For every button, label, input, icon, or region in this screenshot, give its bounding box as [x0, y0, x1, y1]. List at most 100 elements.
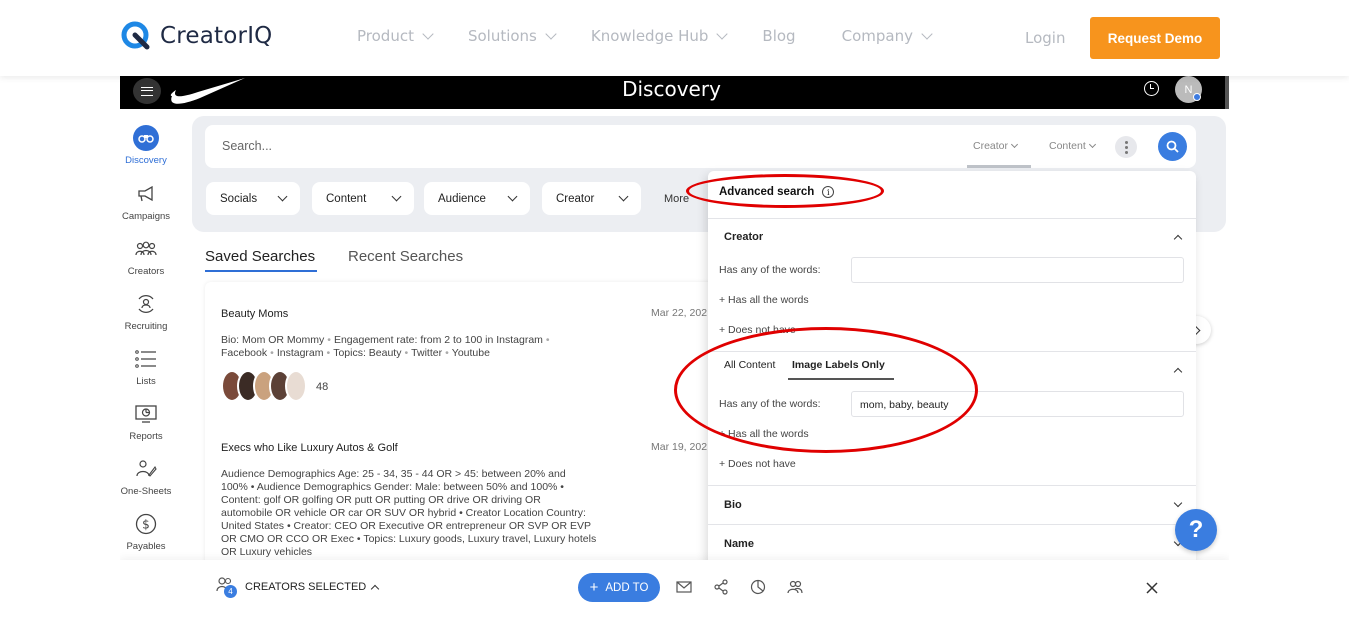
- creators-selected-toggle[interactable]: CREATORS SELECTED: [245, 581, 380, 593]
- group-icon[interactable]: [787, 579, 803, 595]
- nav-knowledge-hub[interactable]: Knowledge Hub: [591, 27, 729, 45]
- creator-has-all-link[interactable]: + Has all the words: [719, 294, 809, 306]
- tab-image-labels-only[interactable]: Image Labels Only: [792, 359, 885, 371]
- chevron-down-icon: [545, 28, 557, 40]
- page-title: Discovery: [622, 77, 721, 101]
- content-does-not-have-link[interactable]: + Does not have: [719, 458, 796, 470]
- chevron-down-icon[interactable]: [1173, 498, 1183, 508]
- search-icon: [1166, 140, 1179, 153]
- tab-recent-searches[interactable]: Recent Searches: [348, 248, 463, 265]
- advanced-search-panel: Advanced search i Creator Has any of the…: [708, 171, 1196, 616]
- sidebar-item-creators[interactable]: Creators: [120, 236, 172, 277]
- chevron-down-icon: [618, 191, 629, 202]
- content-has-any-label: Has any of the words:: [719, 398, 821, 410]
- sidebar-item-label: One-Sheets: [120, 486, 172, 497]
- dollar-icon: $: [133, 511, 159, 537]
- status-dot: [1193, 93, 1201, 101]
- sidebar-item-label: Creators: [127, 266, 165, 277]
- active-tab-indicator: [205, 270, 317, 272]
- history-clock-icon[interactable]: [1144, 81, 1159, 96]
- scope-content-dropdown[interactable]: Content: [1049, 140, 1096, 152]
- brand-logo[interactable]: CreatorIQ: [120, 20, 273, 52]
- selected-count-badge: 4: [224, 585, 237, 598]
- sidebar-item-one-sheets[interactable]: One-Sheets: [120, 456, 172, 497]
- nav-product[interactable]: Product: [357, 27, 434, 45]
- saved-search-title[interactable]: Beauty Moms: [221, 308, 288, 320]
- help-button[interactable]: ?: [1175, 509, 1217, 551]
- creator-thumbnail: [285, 370, 307, 402]
- binoculars-icon: [133, 125, 159, 151]
- megaphone-icon: [133, 181, 159, 207]
- app-header: Discovery N: [120, 76, 1229, 109]
- chevron-down-icon: [422, 28, 434, 40]
- sidebar-item-reports[interactable]: Reports: [120, 401, 172, 442]
- chevron-down-icon: [507, 191, 518, 202]
- svg-text:$: $: [142, 518, 150, 532]
- close-icon[interactable]: [1145, 581, 1159, 595]
- people-icon: [133, 236, 159, 262]
- creator-thumbnails: [221, 370, 307, 402]
- sidebar-item-recruiting[interactable]: Recruiting: [120, 291, 172, 332]
- mail-icon[interactable]: [676, 579, 692, 595]
- sidebar-item-payables[interactable]: $ Payables: [120, 511, 172, 552]
- more-filters-button[interactable]: More: [664, 193, 689, 205]
- sidebar: Discovery Campaigns Creators Recruiting …: [120, 109, 172, 589]
- chevron-down-icon: [921, 28, 933, 40]
- active-tab-indicator: [788, 378, 894, 380]
- divider: [708, 524, 1196, 525]
- filter-creator[interactable]: Creator: [542, 182, 641, 215]
- info-icon[interactable]: i: [822, 186, 835, 198]
- report-icon: [133, 401, 159, 427]
- chevron-down-icon: [1088, 140, 1096, 149]
- section-bio[interactable]: Bio: [724, 499, 742, 511]
- pie-chart-icon[interactable]: [750, 579, 766, 595]
- filter-socials[interactable]: Socials: [206, 182, 300, 215]
- nav-solutions[interactable]: Solutions: [468, 27, 557, 45]
- tab-all-content[interactable]: All Content: [724, 359, 775, 371]
- request-demo-button[interactable]: Request Demo: [1090, 17, 1220, 59]
- content-has-all-link[interactable]: + Has all the words: [719, 428, 809, 440]
- creator-has-any-input[interactable]: [851, 257, 1184, 283]
- sidebar-item-label: Discovery: [125, 155, 167, 166]
- filter-content[interactable]: Content: [312, 182, 414, 215]
- chevron-up-icon[interactable]: [1173, 367, 1183, 377]
- search-button[interactable]: [1158, 132, 1187, 161]
- chevron-up-icon[interactable]: [1173, 234, 1183, 244]
- add-to-button[interactable]: + ADD TO: [578, 573, 660, 602]
- scrollbar[interactable]: [1225, 76, 1229, 109]
- brand-name: CreatorIQ: [160, 23, 273, 49]
- creator-has-any-label: Has any of the words:: [719, 264, 821, 276]
- chevron-down-icon: [1010, 140, 1019, 149]
- chevron-down-icon: [716, 28, 729, 40]
- filter-audience[interactable]: Audience: [424, 182, 530, 215]
- list-icon: [133, 346, 159, 372]
- saved-search-date: Mar 22, 202: [651, 307, 708, 319]
- nav-blog[interactable]: Blog: [762, 27, 795, 45]
- saved-search-description: Audience Demographics Age: 25 - 34, 35 -…: [221, 468, 597, 558]
- sidebar-item-campaigns[interactable]: Campaigns: [120, 181, 172, 222]
- saved-search-title[interactable]: Execs who Like Luxury Autos & Golf: [221, 442, 398, 454]
- section-name[interactable]: Name: [724, 538, 754, 550]
- advanced-search-title: Advanced search i: [719, 186, 835, 198]
- sidebar-item-label: Payables: [126, 541, 166, 552]
- creator-does-not-have-link[interactable]: + Does not have: [719, 324, 796, 336]
- site-navbar: CreatorIQ Product Solutions Knowledge Hu…: [0, 0, 1349, 76]
- plus-icon: +: [589, 579, 599, 596]
- search-input[interactable]: Search...: [222, 139, 272, 153]
- scope-creator-dropdown[interactable]: Creator: [973, 140, 1019, 152]
- share-icon[interactable]: [713, 579, 729, 595]
- section-creator[interactable]: Creator: [724, 231, 763, 243]
- content-has-any-input[interactable]: mom, baby, beauty: [851, 391, 1184, 417]
- sidebar-item-label: Recruiting: [124, 321, 168, 332]
- saved-search-date: Mar 19, 202: [651, 441, 708, 453]
- sidebar-item-label: Lists: [136, 376, 156, 387]
- sidebar-item-lists[interactable]: Lists: [120, 346, 172, 387]
- nav-company[interactable]: Company: [842, 27, 933, 45]
- saved-search-description: Bio: Mom OR Mommy • Engagement rate: from …: [221, 334, 550, 359]
- chevron-down-icon: [391, 191, 402, 202]
- login-link[interactable]: Login: [1025, 29, 1065, 47]
- creatoriq-logo-icon: [121, 21, 150, 50]
- tab-saved-searches[interactable]: Saved Searches: [205, 248, 315, 265]
- more-options-icon[interactable]: [1115, 136, 1137, 158]
- sidebar-item-discovery[interactable]: Discovery: [120, 125, 172, 166]
